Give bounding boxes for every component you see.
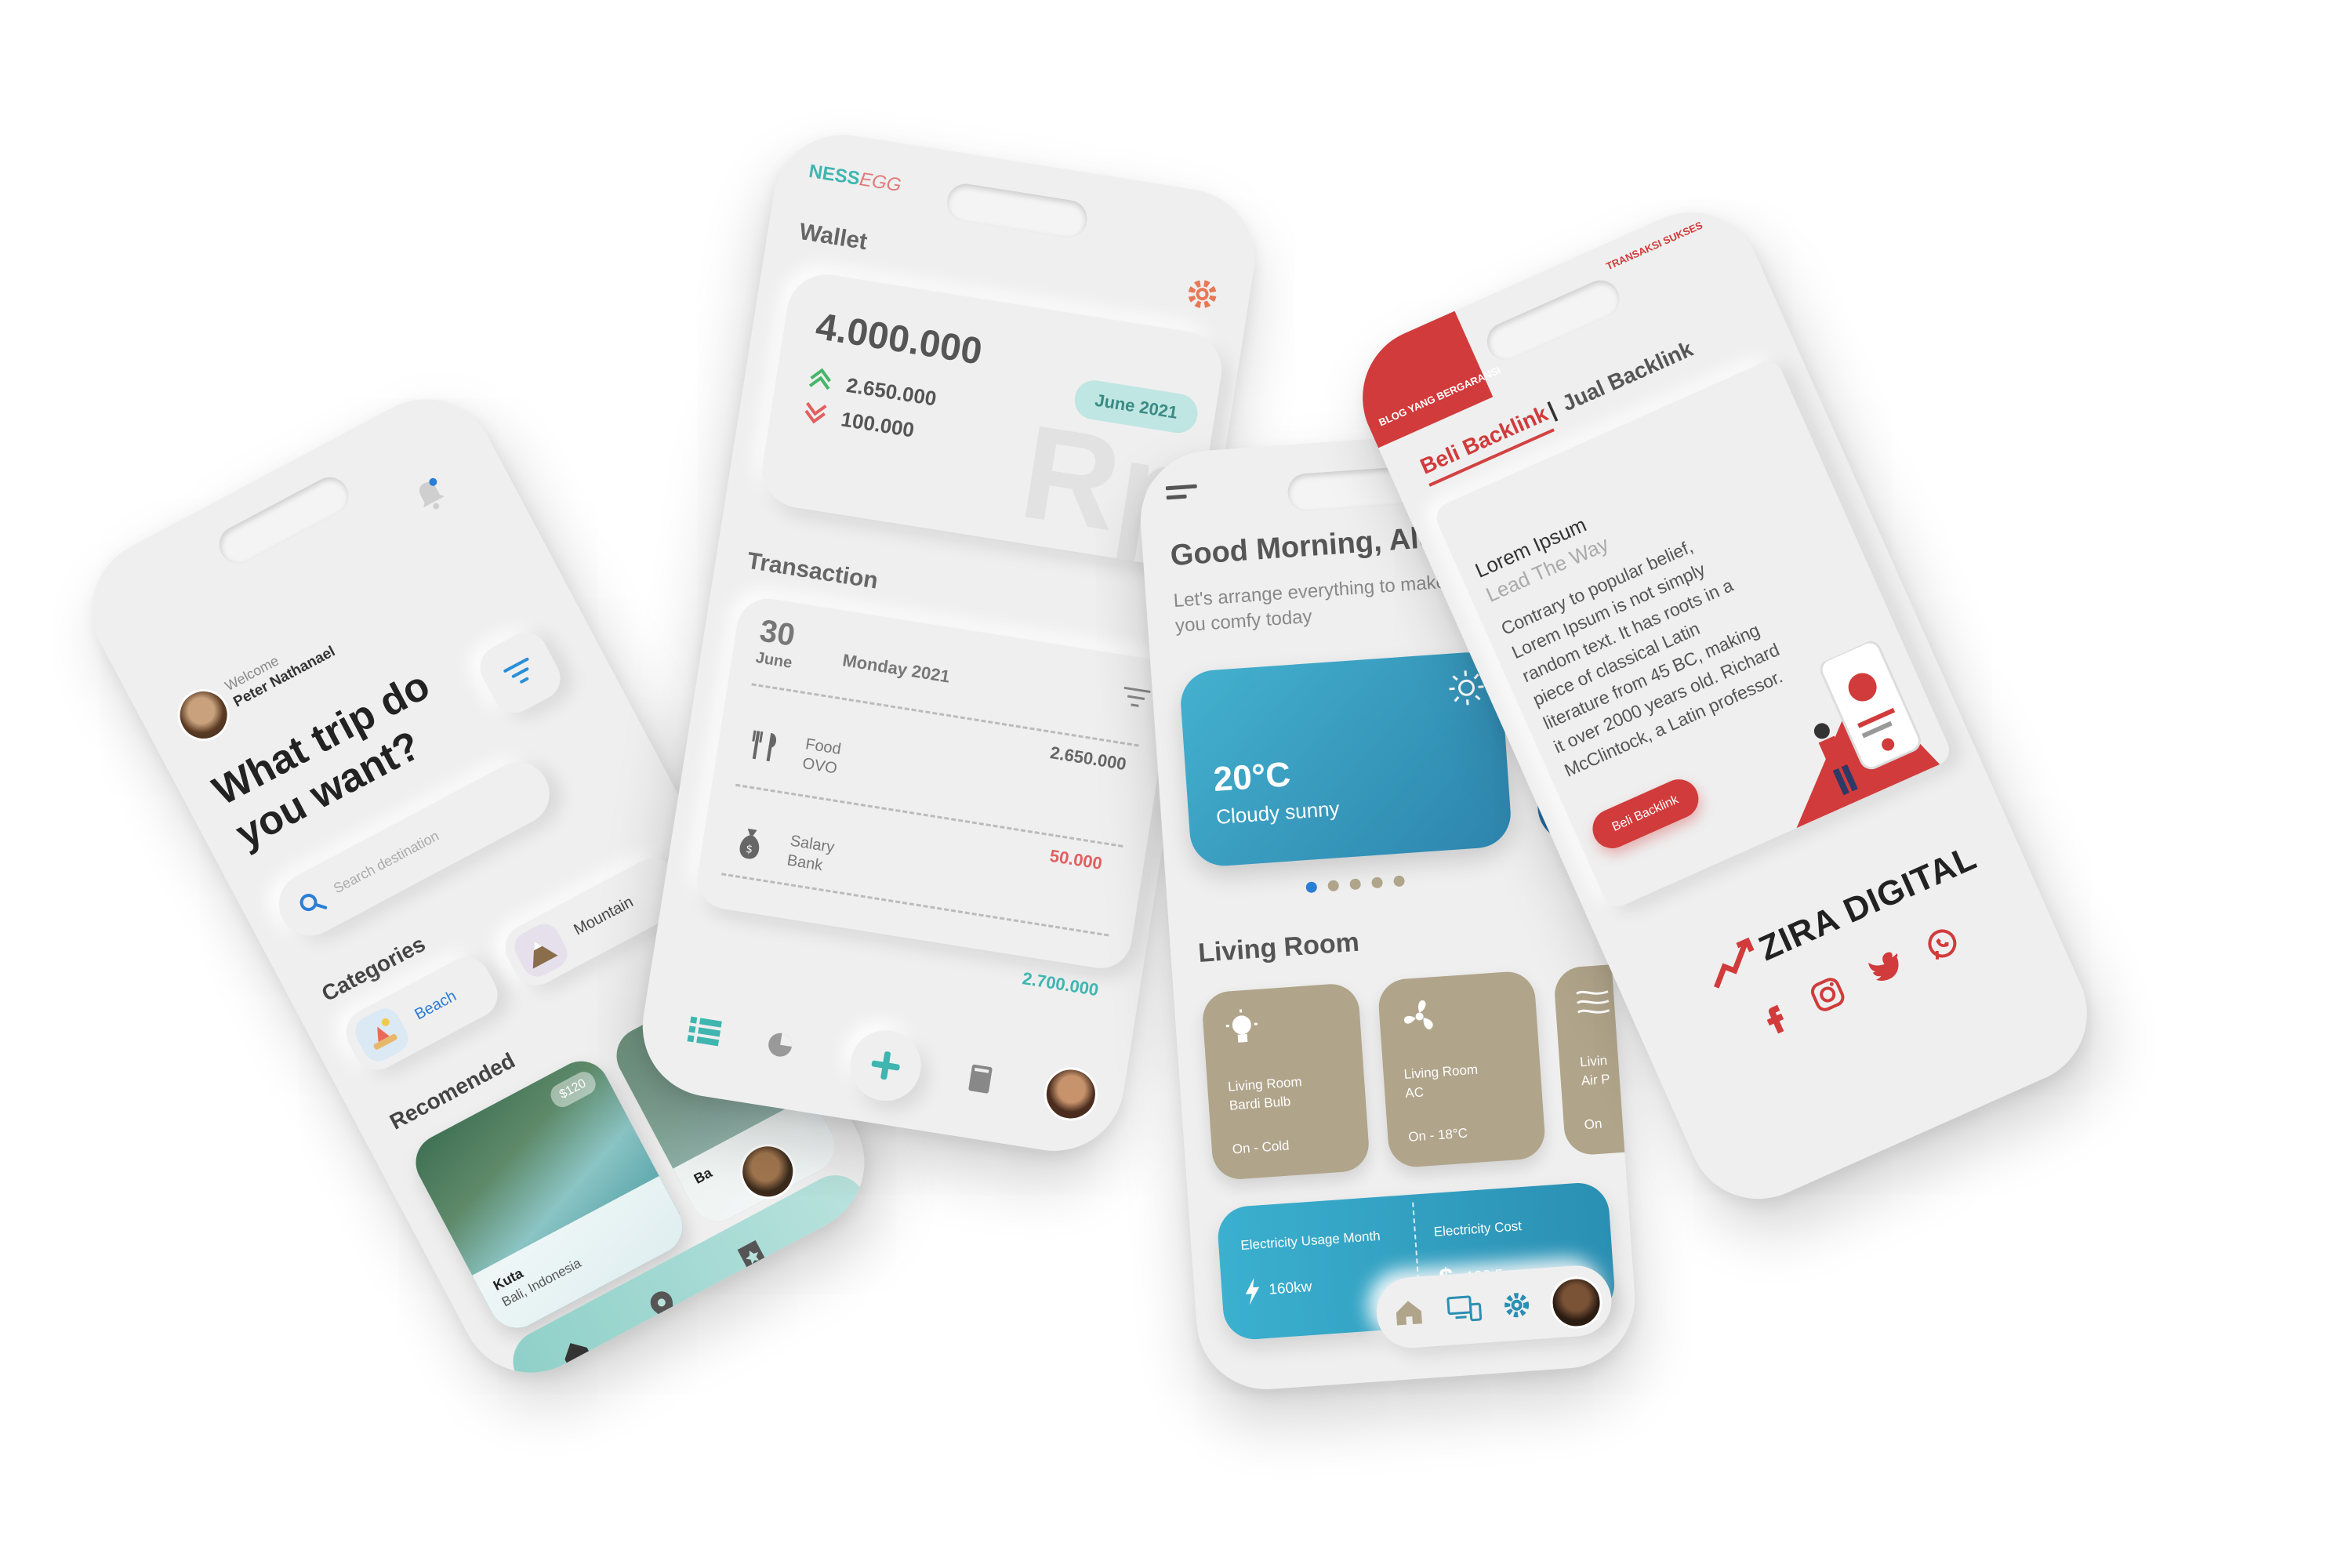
device-room: Livin [1579,1052,1608,1070]
usage-label: Electricity Usage Month [1240,1228,1381,1254]
home-icon[interactable] [554,1332,597,1374]
transaction-amount: 2.700.000 [1021,968,1100,1000]
transaction-card: 30 June Monday 2021 2.650.000 Food OVO 5… [692,594,1176,973]
device-name: Bardi Bulb [1229,1094,1291,1113]
device-status: On - 18°C [1407,1125,1468,1145]
fan-icon [1403,1000,1433,1029]
facebook-icon[interactable] [1757,1000,1791,1038]
menu-icon[interactable] [1165,482,1202,508]
arrow-up-icon [808,368,831,390]
pie-chart-icon[interactable] [764,1029,797,1061]
income-value: 2.650.000 [844,372,938,411]
book-icon[interactable] [965,1062,996,1096]
carousel-dot[interactable] [1305,881,1317,893]
weather-condition: Cloudy sunny [1215,797,1341,829]
divider [721,873,1109,937]
instagram-icon[interactable] [1807,974,1849,1015]
device-room: Living Room [1403,1062,1479,1083]
home-icon[interactable] [1393,1297,1425,1329]
avatar[interactable] [1548,1275,1604,1330]
transaction-sublabel: OVO [800,754,839,778]
tab-transaction[interactable]: TRANSAKSI SUKSES [1604,219,1704,272]
carousel-dot[interactable] [1327,880,1339,891]
cost-label: Electricity Cost [1433,1218,1523,1240]
carousel-dots [1303,871,1429,895]
device-name: AC [1404,1084,1425,1101]
transaction-heading: Transaction [745,547,880,594]
zira-logo-icon [1714,937,1755,989]
price-badge: $120 [546,1068,600,1111]
device-status: On - Cold [1232,1138,1290,1157]
devices-icon[interactable] [1446,1294,1483,1323]
lightning-icon [1245,1278,1260,1305]
destination-name: Ba [691,1164,715,1187]
plus-icon [871,1051,900,1080]
mountain-icon [509,918,573,982]
avatar[interactable] [1040,1063,1102,1125]
phone-notch [944,181,1090,241]
temperature: 20°C [1212,755,1292,800]
bookmark-icon[interactable] [734,1237,774,1280]
transaction-weekday: Monday 2021 [840,650,952,687]
tab-label: BLOG YANG BERGARANSI [1377,364,1503,429]
device-card[interactable]: Living Room AC On - 18°C [1377,970,1547,1169]
filter-icon[interactable] [1121,686,1151,710]
search-icon [299,894,328,912]
category-label: Mountain [571,893,637,939]
zira-logo [1700,935,1766,993]
gear-icon[interactable] [1501,1289,1533,1321]
gear-icon[interactable] [1185,276,1221,312]
filter-button[interactable] [472,625,568,720]
notification-bell-icon[interactable] [408,473,452,518]
weather-card[interactable]: 20°C Cloudy sunny [1178,650,1513,869]
air-icon [1576,990,1610,1014]
phone-notch [212,470,355,571]
balance-value: 4.000.000 [812,305,985,373]
fork-knife-icon [752,730,776,762]
usage-value: 160kw [1268,1278,1313,1298]
filter-icon [503,657,529,684]
transaction-day: 30 [757,613,797,653]
twitter-icon[interactable] [1864,947,1908,989]
expense-value: 100.000 [839,407,916,442]
carousel-dot[interactable] [1349,878,1361,890]
greeting: Good Morning, Alex [1169,520,1454,573]
day-total: 2.650.000 [1048,742,1128,775]
brand-logo: NESSEGG [807,160,903,197]
money-bag-icon: $ [739,828,760,859]
phone-notch [1481,274,1626,367]
whatsapp-icon[interactable] [1922,923,1963,964]
arrow-down-icon [804,401,827,424]
location-pin-icon[interactable] [644,1285,684,1328]
carousel-dot[interactable] [1371,877,1383,888]
transaction-amount: 50.000 [1048,845,1104,873]
tab-blog[interactable]: BLOG YANG BERGARANSI [1340,310,1502,448]
device-name: Air P [1581,1071,1611,1089]
category-label: Beach [412,987,459,1024]
transaction-sublabel: Bank [786,851,824,875]
search-placeholder: Search destination [331,827,442,897]
room-heading: Living Room [1196,927,1361,968]
device-status: On [1584,1116,1603,1133]
bulb-icon [1225,1009,1258,1043]
buy-backlink-button[interactable]: Beli Backlink [1586,773,1705,855]
device-card[interactable]: Living Room Bardi Bulb On - Cold [1200,982,1371,1181]
beach-icon [350,1003,414,1067]
carousel-dot[interactable] [1393,875,1405,887]
device-room: Living Room [1227,1074,1303,1094]
wallet-heading: Wallet [797,218,869,256]
add-button[interactable] [845,1025,927,1106]
list-icon[interactable] [687,1014,722,1047]
